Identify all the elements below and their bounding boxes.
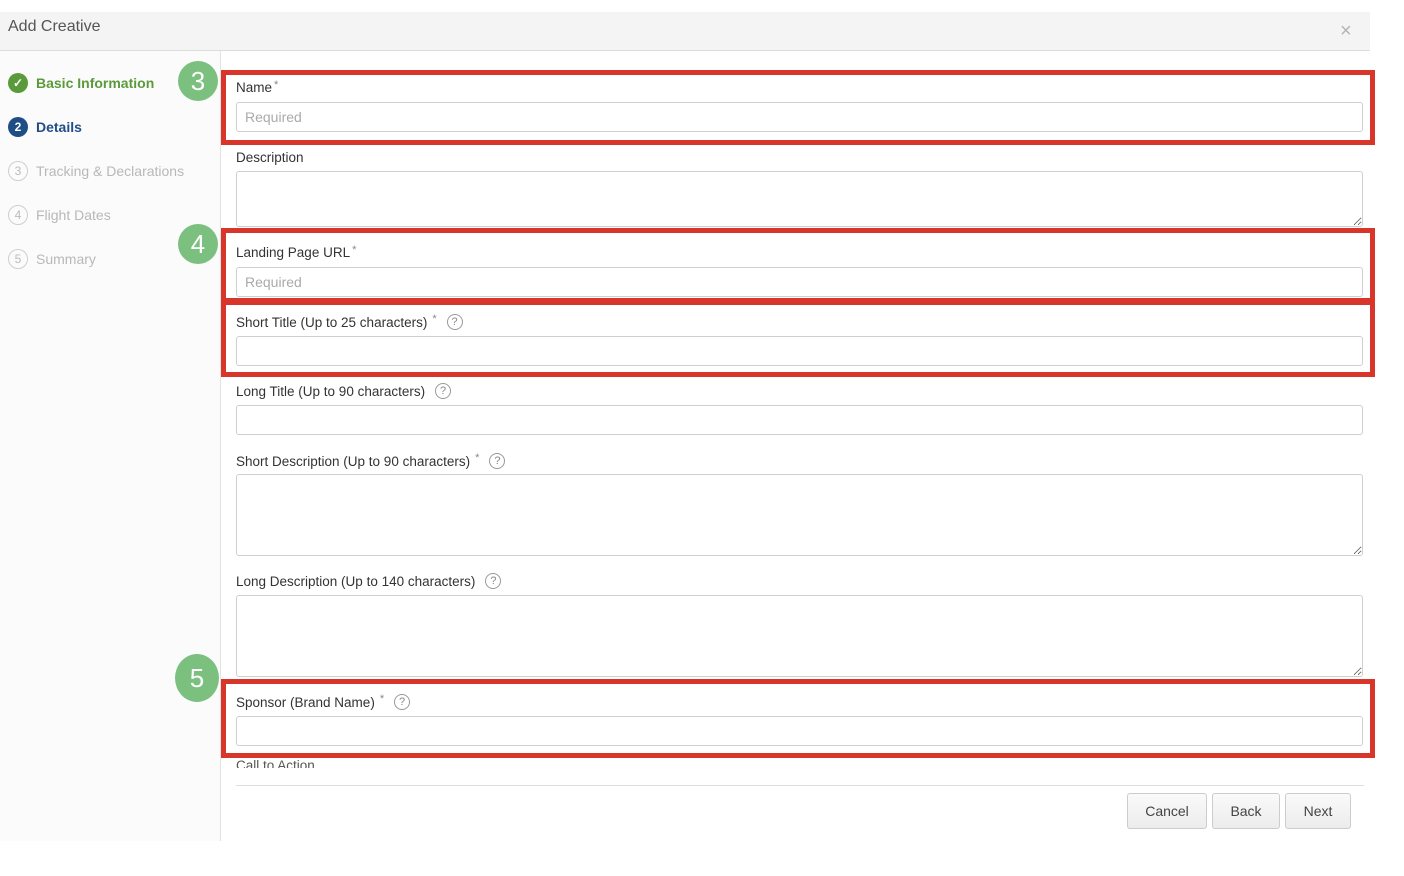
step-number: 2	[8, 117, 28, 137]
step-number: 4	[8, 205, 28, 225]
check-icon: ✓	[8, 73, 28, 93]
help-icon[interactable]: ?	[394, 694, 411, 710]
step-tracking-declarations[interactable]: 3 Tracking & Declarations	[8, 159, 184, 183]
step-label: Flight Dates	[36, 207, 111, 223]
step-label: Tracking & Declarations	[36, 163, 185, 179]
step-number: 3	[8, 161, 28, 181]
dialog-title: Add Creative	[8, 18, 101, 35]
long-description-input[interactable]	[236, 595, 1363, 677]
sponsor-input[interactable]	[236, 716, 1363, 746]
step-details[interactable]: 2 Details	[8, 115, 82, 139]
step-label: Basic Information	[36, 75, 155, 91]
annotation-badge-3: 3	[178, 61, 218, 101]
landing-url-label: Landing Page URL *	[236, 243, 357, 261]
short-title-input[interactable]	[236, 336, 1363, 366]
name-input[interactable]	[236, 102, 1363, 132]
long-title-input[interactable]	[236, 405, 1363, 435]
annotation-badge-4: 4	[178, 224, 218, 264]
help-icon[interactable]: ?	[489, 453, 506, 469]
long-description-label: Long Description (Up to 140 characters) …	[236, 573, 502, 589]
cancel-button[interactable]: Cancel	[1127, 793, 1207, 829]
help-icon[interactable]: ?	[446, 314, 463, 330]
step-summary[interactable]: 5 Summary	[8, 247, 96, 271]
step-flight-dates[interactable]: 4 Flight Dates	[8, 203, 111, 227]
footer-divider	[236, 785, 1364, 786]
step-label: Summary	[36, 251, 96, 267]
description-label: Description	[236, 150, 304, 165]
back-button[interactable]: Back	[1212, 793, 1280, 829]
close-icon[interactable]: ×	[1340, 20, 1352, 42]
step-number: 5	[8, 249, 28, 269]
help-icon[interactable]: ?	[485, 573, 502, 589]
annotation-badge-5: 5	[175, 654, 219, 702]
call-to-action-label-cutoff: Call to Action	[236, 760, 315, 768]
landing-url-input[interactable]	[236, 267, 1363, 297]
next-button[interactable]: Next	[1285, 793, 1351, 829]
short-description-label: Short Description (Up to 90 characters) …	[236, 452, 506, 469]
short-title-label: Short Title (Up to 25 characters) * ?	[236, 313, 463, 330]
dialog-header	[0, 12, 1370, 51]
description-input[interactable]	[236, 171, 1363, 227]
short-description-input[interactable]	[236, 474, 1363, 556]
help-icon[interactable]: ?	[435, 383, 452, 399]
name-label: Name *	[236, 78, 279, 96]
sponsor-label: Sponsor (Brand Name) * ?	[236, 693, 411, 710]
step-basic-information[interactable]: ✓ Basic Information	[8, 71, 154, 95]
step-label: Details	[36, 119, 82, 135]
long-title-label: Long Title (Up to 90 characters) ?	[236, 383, 452, 399]
